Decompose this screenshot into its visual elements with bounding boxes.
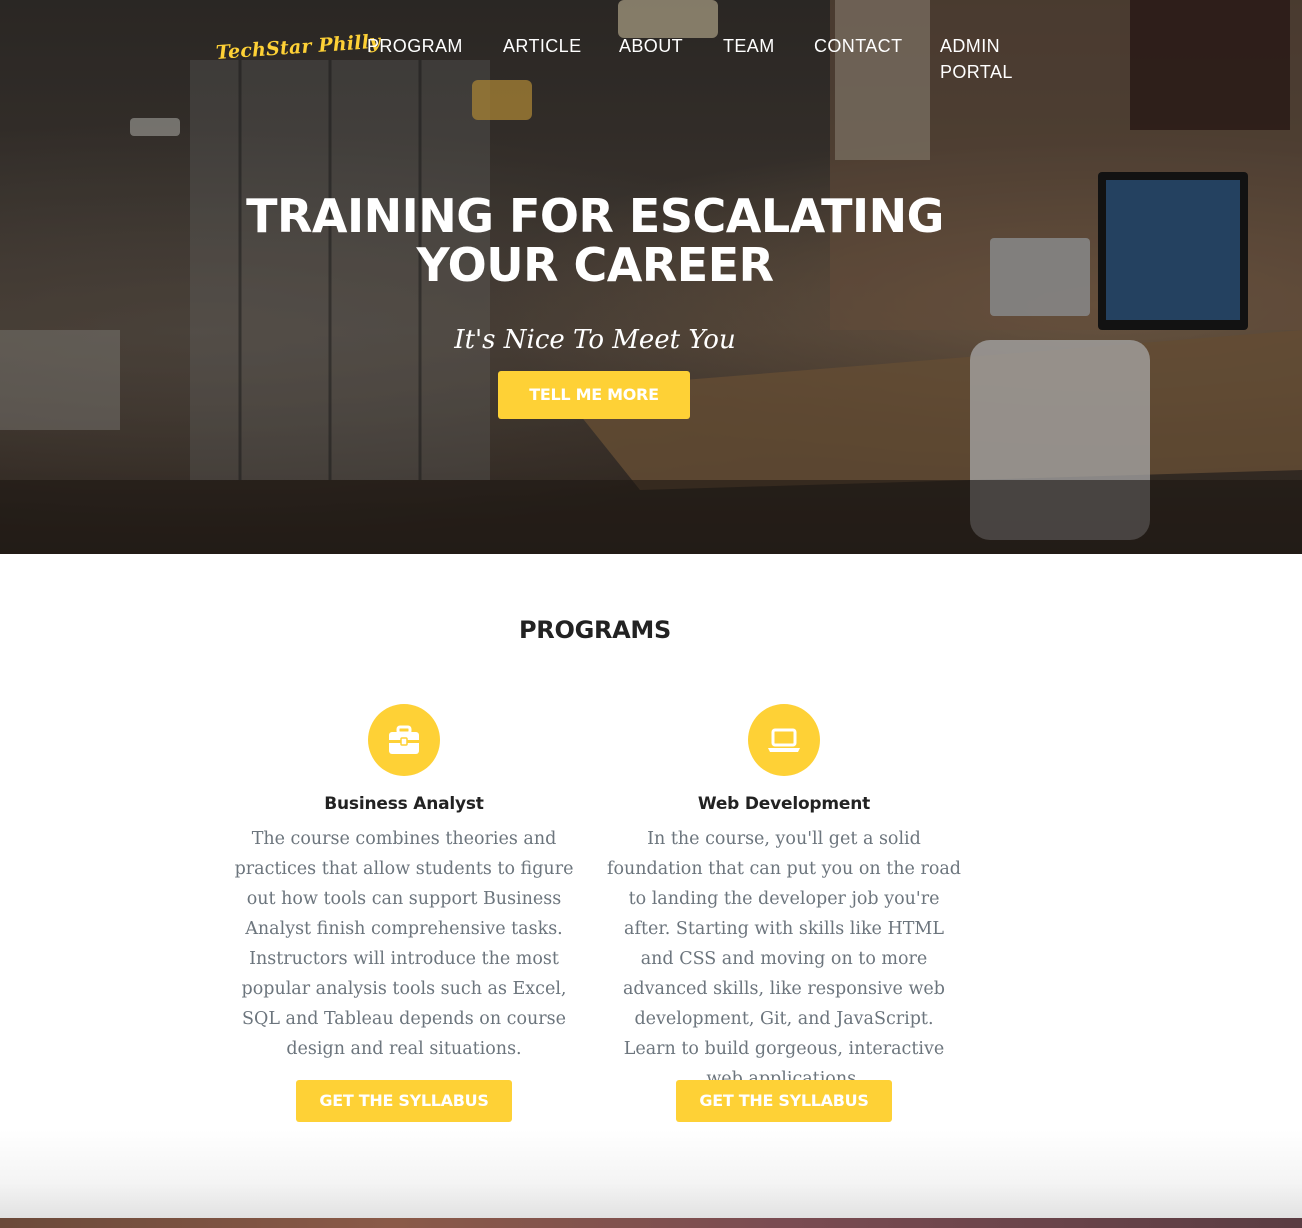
program-description: In the course, you'll get a solid founda… (606, 829, 962, 1089)
nav-link-contact[interactable]: CONTACT (814, 33, 902, 59)
briefcase-icon (368, 704, 440, 776)
hero-section: TechStar Philly PROGRAM ARTICLE ABOUT TE… (0, 0, 1302, 554)
nav-link-program[interactable]: PROGRAM (367, 33, 463, 59)
nav-link-admin-portal[interactable]: ADMIN PORTAL (940, 33, 1020, 85)
hero-title: TRAINING FOR ESCALATING YOUR CAREER (246, 189, 944, 292)
nav-link-team[interactable]: TEAM (723, 33, 775, 59)
tell-me-more-button[interactable]: TELL ME MORE (498, 371, 690, 419)
next-section-edge (0, 1218, 1302, 1228)
get-syllabus-button-business-analyst[interactable]: GET THE SYLLABUS (296, 1080, 512, 1122)
programs-heading: PROGRAMS (519, 616, 671, 644)
section-divider (0, 1130, 1302, 1218)
program-title: Business Analyst (324, 794, 484, 814)
laptop-icon (748, 704, 820, 776)
program-card-business-analyst: Business Analyst The course combines the… (224, 704, 584, 1064)
hero-subtitle: It's Nice To Meet You (454, 325, 736, 355)
nav-link-about[interactable]: ABOUT (619, 33, 683, 59)
nav-link-article[interactable]: ARTICLE (503, 33, 582, 59)
program-card-web-development: Web Development In the course, you'll ge… (604, 704, 964, 1094)
program-title: Web Development (697, 794, 871, 814)
program-description: The course combines theories and practic… (234, 829, 574, 1059)
get-syllabus-button-web-development[interactable]: GET THE SYLLABUS (676, 1080, 892, 1122)
